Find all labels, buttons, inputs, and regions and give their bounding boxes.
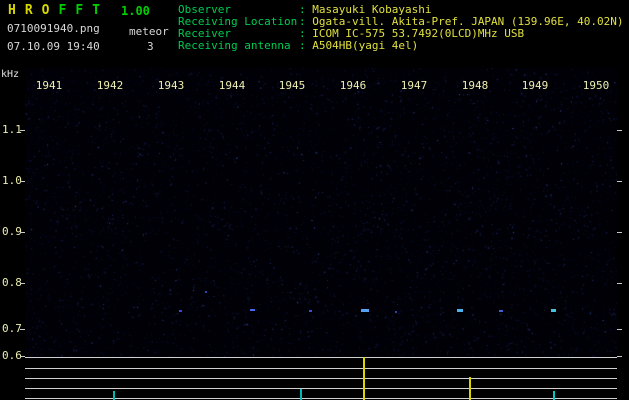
strip-event-mark — [363, 357, 365, 400]
meteor-count: 3 — [147, 40, 154, 53]
output-filename: 0710091940.png — [7, 22, 100, 35]
strip-gridline — [25, 388, 617, 389]
y-tick-label: 1.0 — [2, 174, 22, 187]
y-tick-mark-right — [617, 130, 622, 131]
y-tick-mark-left — [20, 329, 25, 330]
mode-label: meteor — [129, 25, 169, 38]
y-tick-mark-left — [20, 130, 25, 131]
title-letter: H — [8, 3, 25, 18]
station-field-colon: : — [299, 39, 312, 52]
y-tick-mark-right — [617, 181, 622, 182]
y-tick-mark-right — [617, 329, 622, 330]
y-tick-mark-right — [617, 283, 622, 284]
y-tick-mark-right — [617, 232, 622, 233]
x-tick-label: 1947 — [401, 79, 428, 92]
strip-event-mark — [300, 389, 302, 400]
strip-event-mark — [553, 391, 555, 400]
y-tick-mark-right — [617, 356, 622, 357]
y-tick-label: 0.6 — [2, 349, 22, 362]
x-tick-label: 1944 — [219, 79, 246, 92]
y-tick-label: 0.7 — [2, 322, 22, 335]
title-letter: F — [58, 3, 75, 18]
meteor-echo-mark — [499, 310, 503, 312]
y-tick-label: 0.9 — [2, 225, 22, 238]
station-field-value: A504HB(yagi 4el) — [312, 39, 418, 52]
title-letter: T — [92, 3, 109, 18]
x-tick-label: 1948 — [462, 79, 489, 92]
strip-event-mark — [469, 377, 471, 400]
spectrogram-canvas — [25, 68, 617, 357]
x-tick-label: 1946 — [340, 79, 367, 92]
strip-gridline — [25, 368, 617, 369]
y-tick-label: 1.1 — [2, 123, 22, 136]
meteor-echo-mark — [250, 309, 255, 311]
station-field-label: Receiving antenna — [178, 40, 299, 52]
y-tick-mark-left — [20, 283, 25, 284]
x-tick-label: 1949 — [522, 79, 549, 92]
x-tick-label: 1941 — [36, 79, 63, 92]
meteor-echo-mark — [395, 311, 397, 313]
meteor-echo-mark — [551, 309, 556, 312]
meteor-echo-mark — [361, 309, 369, 312]
y-axis-unit: kHz — [1, 69, 19, 80]
meteor-echo-mark — [457, 309, 463, 312]
x-tick-label: 1945 — [279, 79, 306, 92]
strip-gridline — [25, 378, 617, 379]
meteor-echo-mark — [179, 310, 182, 312]
y-tick-mark-left — [20, 232, 25, 233]
app-version: 1.00 — [121, 4, 150, 18]
y-tick-label: 0.8 — [2, 276, 22, 289]
station-row: Receiving antenna: A504HB(yagi 4el) — [178, 40, 624, 52]
strip-gridline — [25, 357, 617, 358]
y-tick-mark-left — [20, 181, 25, 182]
x-tick-label: 1942 — [97, 79, 124, 92]
strip-event-mark — [113, 391, 115, 400]
x-tick-label: 1950 — [583, 79, 610, 92]
app-title: HROFFT — [8, 3, 109, 18]
observation-datetime: 07.10.09 19:40 — [7, 40, 100, 53]
x-tick-label: 1943 — [158, 79, 185, 92]
meteor-echo-mark — [205, 291, 207, 293]
title-letter: R — [25, 3, 42, 18]
station-info: Observer: Masayuki KobayashiReceiving Lo… — [178, 4, 624, 52]
meteor-echo-mark — [309, 310, 312, 312]
title-letter: O — [42, 3, 59, 18]
title-letter: F — [75, 3, 92, 18]
hrofft-window: HROFFT 1.00 0710091940.png meteor 07.10.… — [0, 0, 629, 400]
